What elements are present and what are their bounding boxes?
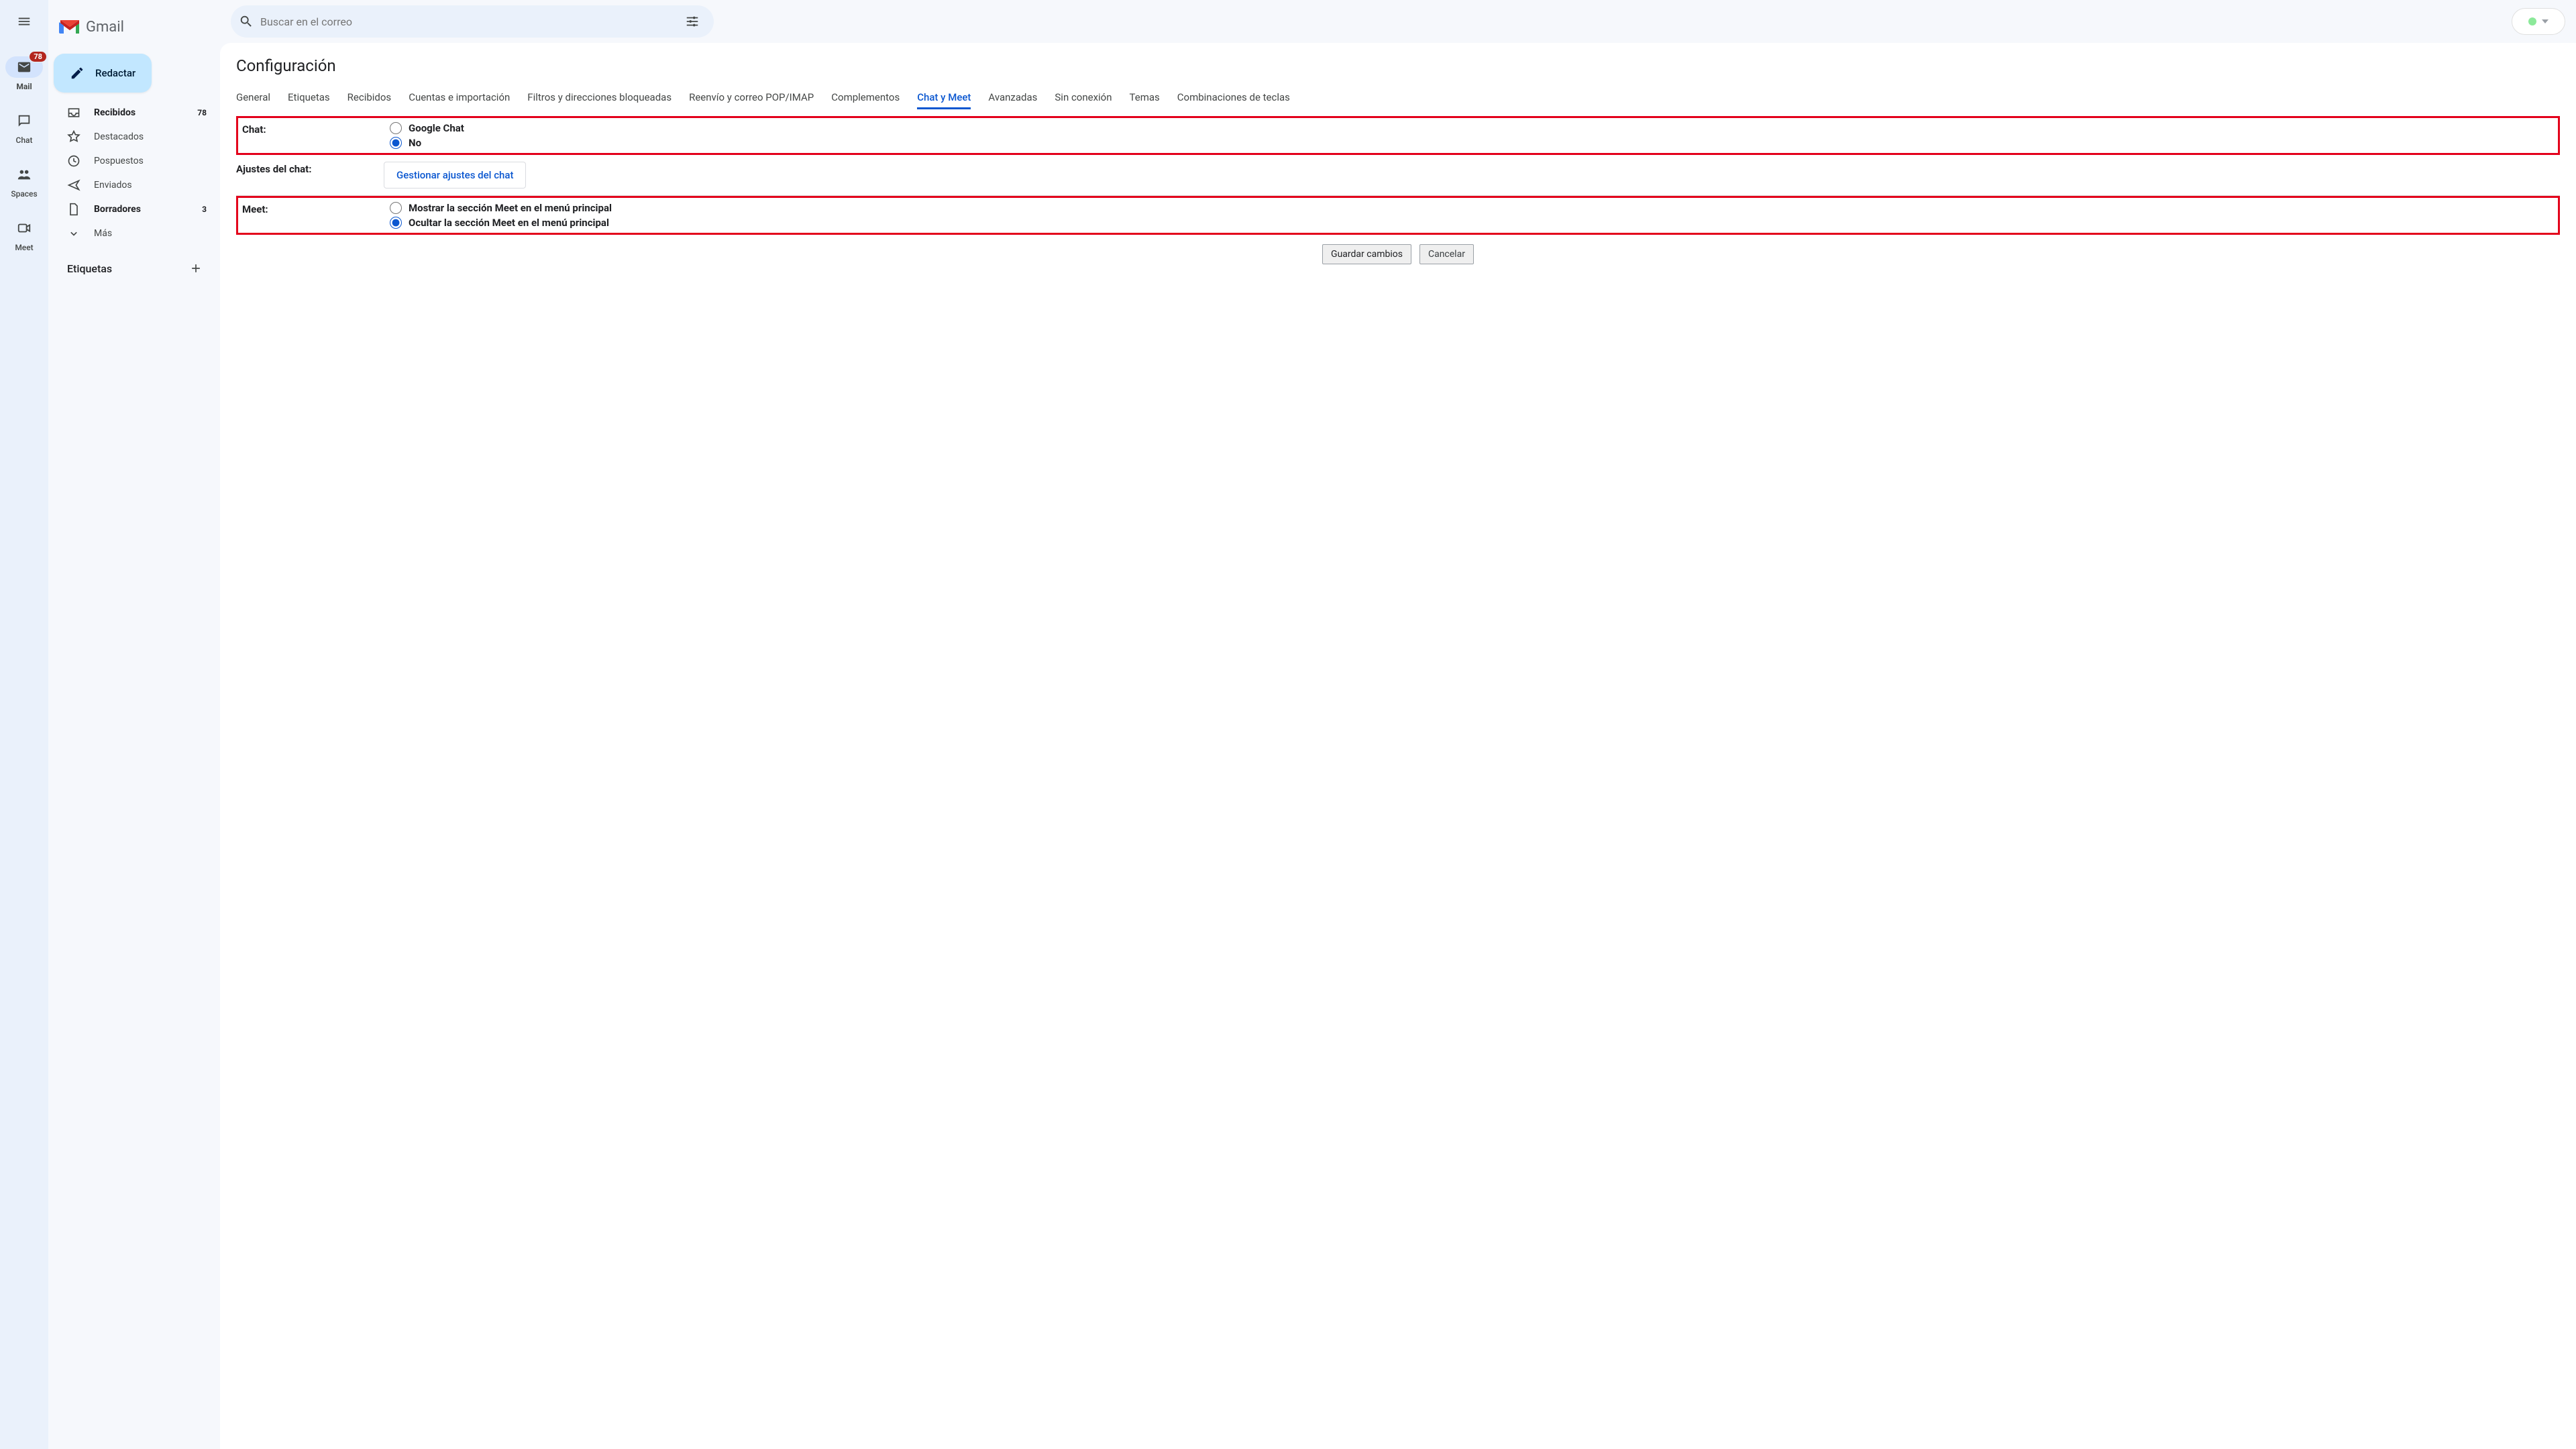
tab-reenv-o-y-correo-pop-imap[interactable]: Reenvío y correo POP/IMAP [689, 87, 814, 109]
meet-radio[interactable] [390, 217, 402, 229]
sidebar-item-recibidos[interactable]: Recibidos 78 [54, 101, 215, 125]
plus-icon [189, 262, 203, 275]
compose-label: Redactar [95, 67, 136, 79]
sidebar-item-borradores[interactable]: Borradores 3 [54, 197, 215, 221]
sidebar-item-label: Pospuestos [94, 156, 207, 166]
account-switcher[interactable] [2512, 8, 2565, 35]
sidebar-item-count: 78 [197, 108, 207, 117]
tab-general[interactable]: General [236, 87, 270, 109]
labels-title: Etiquetas [67, 262, 112, 275]
chat-radio[interactable] [390, 137, 402, 149]
add-label-button[interactable] [186, 259, 205, 278]
sidebar-item-label: Destacados [94, 131, 207, 142]
save-button[interactable]: Guardar cambios [1322, 244, 1411, 264]
sidebar-item-enviados[interactable]: Enviados [54, 173, 215, 197]
labels-section-header: Etiquetas [54, 246, 215, 282]
sidebar: Gmail Redactar Recibidos 78 Destacados Posp… [48, 0, 220, 1449]
clock-icon [67, 154, 80, 168]
rail-item-mail[interactable]: 78 Mail [0, 48, 48, 102]
page-title: Configuración [236, 56, 2560, 75]
inbox-icon [67, 106, 80, 119]
brand-name: Gmail [86, 19, 124, 36]
sidebar-item-más[interactable]: Más [54, 221, 215, 246]
tab-avanzadas[interactable]: Avanzadas [988, 87, 1037, 109]
tab-temas[interactable]: Temas [1130, 87, 1160, 109]
settings-tabs: General Etiquetas Recibidos Cuentas e impor… [236, 83, 2560, 116]
chat-option-label: No [409, 137, 421, 149]
pencil-icon [70, 66, 85, 80]
spaces-icon [17, 167, 32, 182]
hamburger-icon [17, 14, 32, 29]
tab-etiquetas[interactable]: Etiquetas [288, 87, 330, 109]
search-bar[interactable] [231, 5, 714, 38]
tune-icon [685, 14, 700, 29]
tab-recibidos[interactable]: Recibidos [347, 87, 392, 109]
rail-item-label: Meet [15, 243, 33, 252]
search-icon [239, 14, 254, 29]
sidebar-item-label: Borradores [94, 204, 189, 215]
chat-radio[interactable] [390, 122, 402, 134]
main-menu-button[interactable] [8, 5, 40, 38]
sidebar-item-label: Más [94, 228, 207, 239]
mail-icon [17, 60, 32, 74]
sidebar-item-label: Recibidos [94, 107, 184, 118]
brand: Gmail [54, 5, 215, 48]
meet-option[interactable]: Ocultar la sección Meet en el menú princ… [390, 217, 612, 229]
manage-chat-settings-button[interactable]: Gestionar ajustes del chat [384, 162, 526, 189]
chat-section: Chat: Google Chat No [236, 116, 2560, 155]
rail-item-meet[interactable]: Meet [0, 209, 48, 263]
chat-option-label: Google Chat [409, 122, 464, 134]
chat-option[interactable]: No [390, 137, 464, 149]
chat-settings-section: Ajustes del chat: Gestionar ajustes del … [236, 155, 2560, 196]
sidebar-item-destacados[interactable]: Destacados [54, 125, 215, 149]
rail-badge: 78 [29, 51, 47, 62]
meet-radio[interactable] [390, 202, 402, 214]
form-actions: Guardar cambios Cancelar [236, 235, 2560, 274]
gmail-logo-icon [59, 19, 80, 35]
tab-filtros-y-direcciones-bloqueadas[interactable]: Filtros y direcciones bloqueadas [527, 87, 672, 109]
sidebar-item-pospuestos[interactable]: Pospuestos [54, 149, 215, 173]
tab-sin-conexi-n[interactable]: Sin conexión [1055, 87, 1112, 109]
sidebar-item-label: Enviados [94, 180, 207, 191]
compose-button[interactable]: Redactar [54, 54, 152, 93]
tab-combinaciones-de-teclas[interactable]: Combinaciones de teclas [1177, 87, 1290, 109]
meet-option[interactable]: Mostrar la sección Meet en el menú princ… [390, 202, 612, 214]
star-icon [67, 130, 80, 144]
tab-complementos[interactable]: Complementos [831, 87, 900, 109]
app-rail: 78 Mail Chat Spaces Meet [0, 0, 48, 1449]
search-input[interactable] [260, 15, 672, 28]
chat-icon [17, 113, 32, 128]
file-icon [67, 203, 80, 216]
chat-option[interactable]: Google Chat [390, 122, 464, 134]
rail-item-label: Spaces [11, 189, 37, 199]
meet-icon [17, 221, 32, 235]
tab-cuentas-e-importaci-n[interactable]: Cuentas e importación [409, 87, 510, 109]
settings-panel: Configuración General Etiquetas Recibidos C… [220, 43, 2576, 1449]
send-icon [67, 178, 80, 192]
search-options-button[interactable] [679, 8, 706, 35]
cancel-button[interactable]: Cancelar [1419, 244, 1474, 264]
chat-settings-label: Ajustes del chat: [236, 162, 370, 175]
chat-label: Chat: [242, 122, 376, 136]
dropdown-caret-icon [2542, 19, 2548, 23]
rail-item-label: Mail [16, 82, 32, 91]
sidebar-item-count: 3 [202, 205, 207, 214]
rail-item-label: Chat [16, 136, 33, 145]
meet-option-label: Ocultar la sección Meet en el menú princ… [409, 217, 609, 229]
rail-item-chat[interactable]: Chat [0, 102, 48, 156]
tab-chat-y-meet[interactable]: Chat y Meet [917, 87, 971, 109]
rail-item-spaces[interactable]: Spaces [0, 156, 48, 209]
meet-label: Meet: [242, 202, 376, 215]
chevron-down-icon [67, 227, 80, 240]
status-dot-icon [2528, 17, 2536, 25]
meet-option-label: Mostrar la sección Meet en el menú princ… [409, 202, 612, 214]
meet-section: Meet: Mostrar la sección Meet en el menú… [236, 196, 2560, 235]
topbar [220, 0, 2576, 43]
